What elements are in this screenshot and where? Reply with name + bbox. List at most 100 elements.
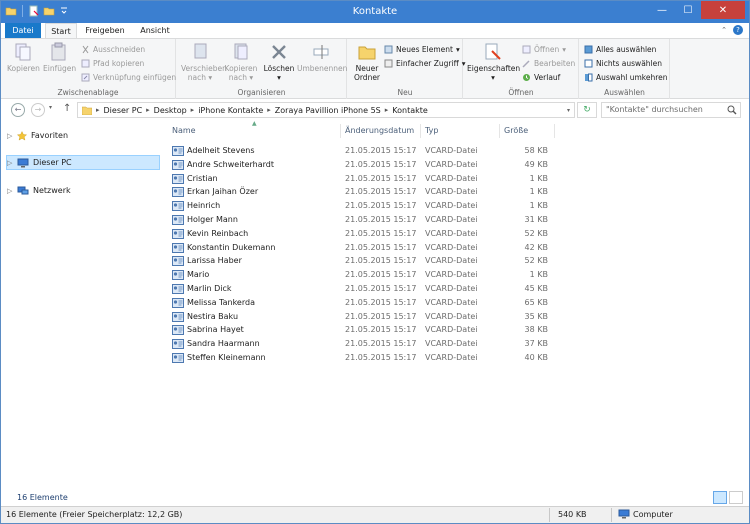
invert-selection-button[interactable]: Auswahl umkehren	[584, 71, 668, 83]
tab-file[interactable]: Datei	[5, 23, 41, 38]
cut-button[interactable]: Ausschneiden	[81, 43, 145, 55]
copy-path-label: Pfad kopieren	[93, 58, 145, 68]
file-name: Heinrich	[187, 201, 221, 211]
tab-view[interactable]: Ansicht	[135, 23, 175, 38]
rename-button[interactable]: Umbenennen	[297, 42, 347, 73]
file-row[interactable]: Heinrich 21.05.2015 15:17 VCARD-Datei 1 KB	[172, 199, 552, 213]
open-group-label: Öffnen	[508, 88, 534, 97]
up-arrow-icon[interactable]: ↑	[63, 103, 71, 114]
file-size: 31 KB	[524, 215, 548, 224]
breadcrumb-iphone-kontakte[interactable]: iPhone Kontakte	[198, 106, 263, 115]
nav-this-pc[interactable]: ▷ Dieser PC	[6, 155, 160, 170]
details-view-button[interactable]	[713, 491, 727, 504]
column-header-type[interactable]: Typ	[425, 126, 438, 135]
file-type: VCARD-Datei	[425, 201, 478, 211]
shortcut-icon	[81, 73, 90, 81]
nav-favorites[interactable]: ▷ Favoriten	[7, 128, 68, 143]
file-date: 21.05.2015 15:17	[345, 325, 417, 335]
maximize-button[interactable]: ☐	[675, 1, 701, 19]
file-row[interactable]: Cristian 21.05.2015 15:17 VCARD-Datei 1 KB	[172, 172, 552, 186]
address-dropdown-icon[interactable]: ▾	[567, 107, 570, 114]
large-icons-view-button[interactable]	[729, 491, 743, 504]
file-name: Adelheit Stevens	[187, 146, 255, 155]
select-none-button[interactable]: Nichts auswählen	[584, 57, 662, 69]
breadcrumb-kontakte[interactable]: Kontakte	[392, 106, 428, 115]
column-divider[interactable]	[554, 124, 555, 138]
column-divider[interactable]	[499, 124, 500, 138]
computer-icon	[618, 509, 630, 519]
file-row[interactable]: Melissa Tankerda 21.05.2015 15:17 VCARD-Da…	[172, 296, 552, 310]
file-row[interactable]: Kevin Reinbach 21.05.2015 15:17 VCARD-Date…	[172, 227, 552, 241]
back-button[interactable]: ←	[11, 103, 25, 117]
open-button[interactable]: Öffnen ▾	[522, 43, 566, 55]
breadcrumb-zoraya[interactable]: Zoraya Pavillion iPhone 5S	[275, 106, 381, 115]
select-all-button[interactable]: Alles auswählen	[584, 43, 656, 55]
invert-selection-icon	[585, 73, 593, 81]
column-header-name[interactable]: Name	[172, 126, 196, 135]
address-bar[interactable]: ▸ Dieser PC ▸ Desktop ▸ iPhone Kontakte …	[77, 102, 575, 118]
file-row[interactable]: Andre Schweiterhardt 21.05.2015 15:17 VCAR…	[172, 158, 552, 172]
tab-share[interactable]: Freigeben	[81, 23, 129, 38]
paste-button[interactable]: Einfügen	[43, 42, 76, 73]
vcard-icon	[172, 353, 184, 363]
file-size: 52 KB	[524, 256, 548, 266]
expand-arrow-icon[interactable]: ▷	[7, 187, 13, 195]
file-row[interactable]: Adelheit Stevens 21.05.2015 15:17 VCARD-Da…	[172, 144, 552, 158]
new-folder-button[interactable]: Neuer Ordner	[351, 42, 383, 82]
network-icon	[17, 186, 29, 194]
organize-group: Verschieben nach ▾ Kopieren nach ▾ Lösch…	[177, 39, 347, 99]
delete-button[interactable]: Löschen ▾	[263, 42, 295, 82]
file-row[interactable]: Konstantin Dukemann 21.05.2015 15:17 VCARD…	[172, 241, 552, 255]
easy-access-button[interactable]: Einfacher Zugriff ▾	[384, 57, 466, 69]
tab-start[interactable]: Start	[45, 23, 77, 38]
file-row[interactable]: Marlin Dick 21.05.2015 15:17 VCARD-Datei 45…	[172, 282, 552, 296]
search-input[interactable]: "Kontakte" durchsuchen	[601, 102, 741, 118]
paste-shortcut-button[interactable]: Verknüpfung einfügen	[81, 71, 176, 83]
nav-network-label: Netzwerk	[33, 186, 71, 195]
move-to-button[interactable]: Verschieben nach ▾	[181, 42, 227, 82]
copy-path-button[interactable]: Pfad kopieren	[81, 57, 144, 69]
refresh-button[interactable]: ↻	[577, 102, 597, 118]
column-header-size[interactable]: Größe	[504, 126, 528, 135]
forward-button[interactable]: →	[31, 103, 45, 117]
copy-to-button[interactable]: Kopieren nach ▾	[223, 42, 259, 82]
file-row[interactable]: Erkan Jaihan Özer 21.05.2015 15:17 VCARD-D…	[172, 185, 552, 199]
file-name: Erkan Jaihan Özer	[187, 187, 259, 197]
close-button[interactable]: ✕	[701, 1, 745, 19]
file-row[interactable]: Sabrina Hayet 21.05.2015 15:17 VCARD-Datei…	[172, 323, 552, 337]
file-row[interactable]: Holger Mann 21.05.2015 15:17 VCARD-Datei 31…	[172, 213, 552, 227]
copy-to-label-2: nach	[228, 73, 248, 82]
breadcrumb-desktop[interactable]: Desktop	[154, 106, 187, 115]
minimize-button[interactable]: —	[649, 1, 675, 19]
nav-network[interactable]: ▷ Netzwerk	[7, 183, 71, 198]
status-divider	[549, 508, 550, 522]
help-icon[interactable]: ?	[733, 25, 743, 35]
file-row[interactable]: Sandra Haarmann 21.05.2015 15:17 VCARD-Dat…	[172, 337, 552, 351]
history-button[interactable]: Verlauf	[522, 71, 560, 83]
file-type: VCARD-Datei	[425, 146, 478, 155]
nav-favorites-label: Favoriten	[31, 131, 69, 140]
properties-button[interactable]: Eigenschaften ▾	[467, 42, 520, 82]
column-divider[interactable]	[420, 124, 421, 138]
vcard-icon	[172, 256, 184, 267]
file-row[interactable]: Nestira Baku 21.05.2015 15:17 VCARD-Datei 3…	[172, 310, 552, 324]
collapse-ribbon-icon[interactable]: ⌃	[721, 26, 727, 34]
file-name: Sandra Haarmann	[187, 339, 260, 349]
column-header-date[interactable]: Änderungsdatum	[345, 126, 414, 135]
recent-locations-icon[interactable]: ▾	[49, 104, 52, 111]
star-icon	[17, 130, 27, 141]
column-divider[interactable]	[340, 124, 341, 138]
edit-button[interactable]: Bearbeiten	[522, 57, 575, 69]
file-date: 21.05.2015 15:17	[345, 311, 417, 321]
breadcrumb-this-pc[interactable]: Dieser PC	[104, 106, 143, 115]
file-row[interactable]: Steffen Kleinemann 21.05.2015 15:17 VCARD-…	[172, 351, 552, 365]
file-name: Holger Mann	[187, 215, 238, 224]
address-row: ← → ▾ ↑ ▸ Dieser PC ▸ Desktop ▸ iPhone K…	[1, 100, 749, 120]
expand-arrow-icon[interactable]: ▷	[7, 159, 13, 167]
copy-button[interactable]: Kopieren	[7, 42, 40, 73]
expand-arrow-icon[interactable]: ▷	[7, 132, 13, 140]
new-item-button[interactable]: Neues Element ▾	[384, 43, 460, 55]
file-row[interactable]: Mario 21.05.2015 15:17 VCARD-Datei 1 KB	[172, 268, 552, 282]
explorer-window: Kontakte — ☐ ✕ Datei Start Freigeben Ans…	[0, 0, 750, 524]
file-row[interactable]: Larissa Haber 21.05.2015 15:17 VCARD-Datei…	[172, 254, 552, 268]
